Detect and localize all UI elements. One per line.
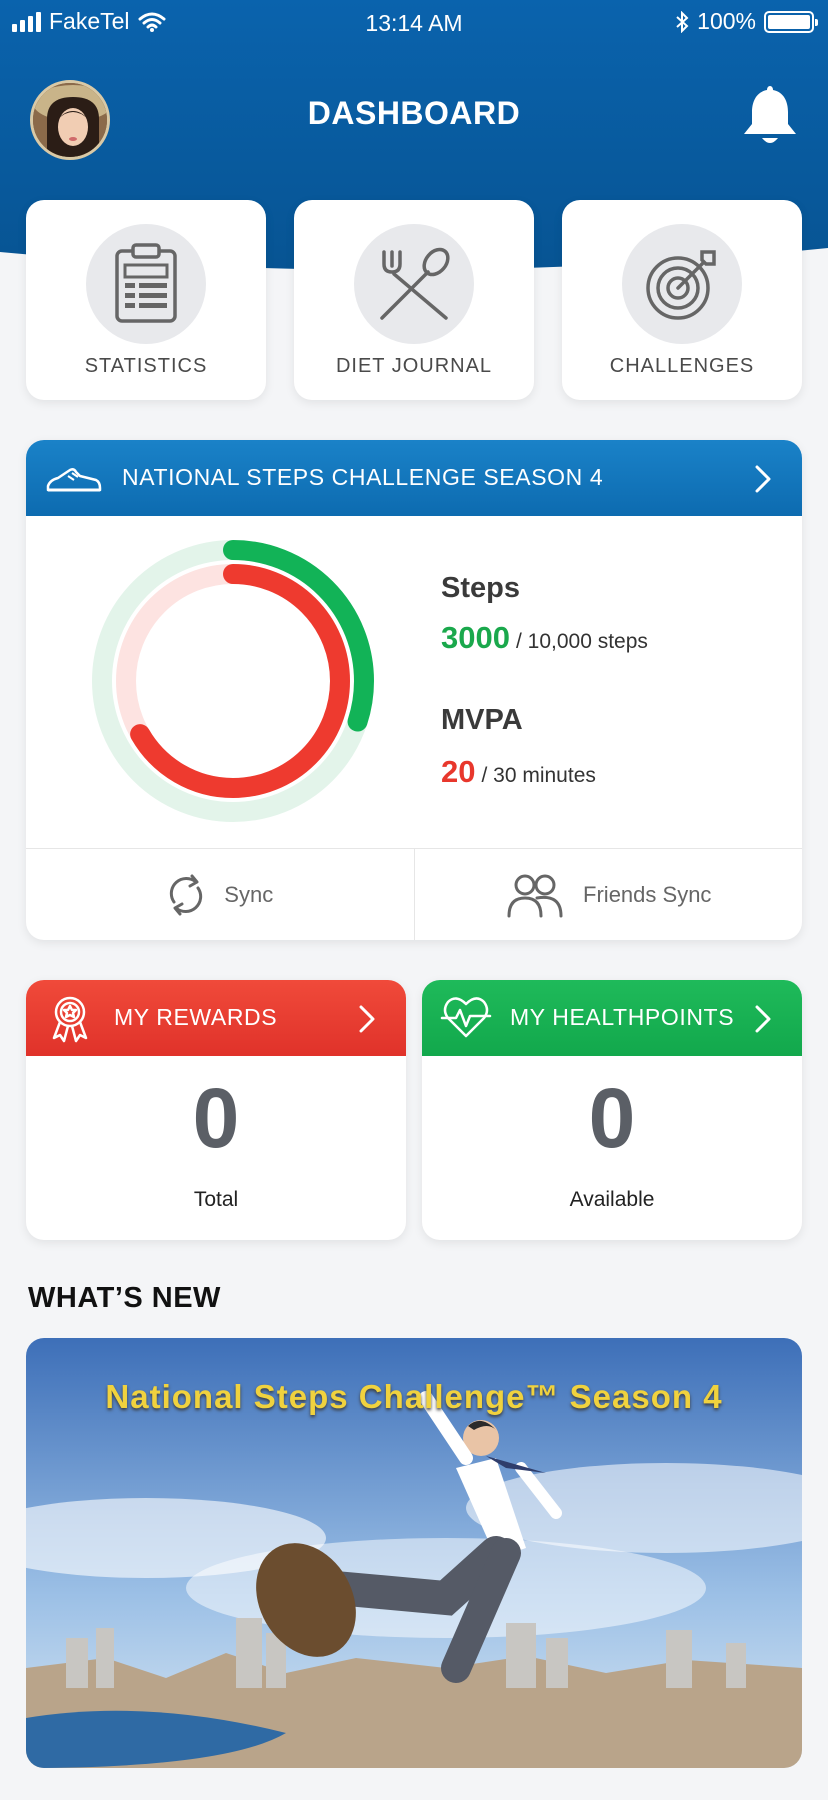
- tile-label: DIET JOURNAL: [335, 355, 493, 377]
- chevron-right-icon: [755, 1005, 771, 1033]
- steps-value: 3000: [441, 620, 510, 655]
- sync-button[interactable]: Sync: [26, 849, 414, 940]
- rewards-total-value: 0: [192, 1071, 240, 1165]
- tile-label: STATISTICS: [84, 355, 208, 377]
- target-icon: [622, 224, 742, 344]
- challenge-card: NATIONAL STEPS CHALLENGE SEASON 4 Steps …: [26, 440, 802, 940]
- clipboard-icon: [86, 224, 206, 344]
- status-bar: FakeTel 13:14 AM 100%: [0, 0, 828, 44]
- rewards-caption: Total: [193, 1188, 239, 1211]
- battery-icon: [764, 10, 818, 33]
- award-ribbon-icon: [52, 996, 88, 1043]
- chevron-right-icon: [359, 1005, 375, 1033]
- challenge-header[interactable]: NATIONAL STEPS CHALLENGE SEASON 4: [26, 440, 802, 516]
- tile-diet-journal[interactable]: DIET JOURNAL: [294, 200, 534, 400]
- healthpoints-value: 0: [588, 1071, 636, 1165]
- bluetooth-icon: [676, 10, 689, 33]
- chevron-right-icon: [755, 465, 771, 493]
- friends-icon: [507, 874, 563, 917]
- mvpa-label: MVPA: [441, 704, 523, 736]
- fork-spoon-icon: [354, 224, 474, 344]
- whats-new-banner[interactable]: National Steps Challenge™ Season 4: [26, 1338, 802, 1768]
- sync-row: Sync Friends Sync: [26, 848, 802, 940]
- healthpoints-caption: Available: [569, 1188, 655, 1211]
- healthpoints-card[interactable]: MY HEALTHPOINTS 0 Available: [422, 980, 802, 1240]
- sync-icon: [170, 874, 203, 915]
- challenge-title: NATIONAL STEPS CHALLENGE SEASON 4: [122, 464, 604, 490]
- rewards-title: MY REWARDS: [114, 1004, 278, 1030]
- mvpa-value: 20: [441, 754, 476, 789]
- heart-pulse-icon: [440, 997, 492, 1038]
- quick-tiles: STATISTICS DIET JOURNAL CHALLENGES: [26, 200, 802, 400]
- friends-sync-button[interactable]: Friends Sync: [413, 849, 803, 940]
- steps-target: / 10,000 steps: [515, 630, 648, 653]
- rewards-card[interactable]: MY REWARDS 0 Total: [26, 980, 406, 1240]
- battery-percent: 100%: [697, 8, 756, 34]
- banner-title: National Steps Challenge™ Season 4: [105, 1378, 723, 1415]
- healthpoints-title: MY HEALTHPOINTS: [510, 1004, 735, 1030]
- tile-label: CHALLENGES: [609, 355, 755, 377]
- progress-ring: [92, 540, 374, 822]
- friends-sync-label: Friends Sync: [583, 881, 712, 907]
- whats-new-heading: WHAT’S NEW: [28, 1282, 221, 1314]
- tile-challenges[interactable]: CHALLENGES: [562, 200, 802, 400]
- mvpa-target: / 30 minutes: [481, 764, 596, 787]
- rewards-header[interactable]: MY REWARDS: [26, 980, 406, 1056]
- status-right: 100%: [675, 8, 818, 35]
- mvpa-value-row: 20 / 30 minutes: [441, 754, 596, 790]
- shoe-icon: [46, 468, 102, 492]
- sync-label: Sync: [224, 881, 274, 907]
- steps-label: Steps: [441, 572, 520, 604]
- steps-value-row: 3000 / 10,000 steps: [441, 620, 648, 656]
- notification-bell-icon[interactable]: [742, 82, 798, 146]
- healthpoints-header[interactable]: MY HEALTHPOINTS: [422, 980, 802, 1056]
- page-title: DASHBOARD: [307, 95, 521, 131]
- tile-statistics[interactable]: STATISTICS: [26, 200, 266, 400]
